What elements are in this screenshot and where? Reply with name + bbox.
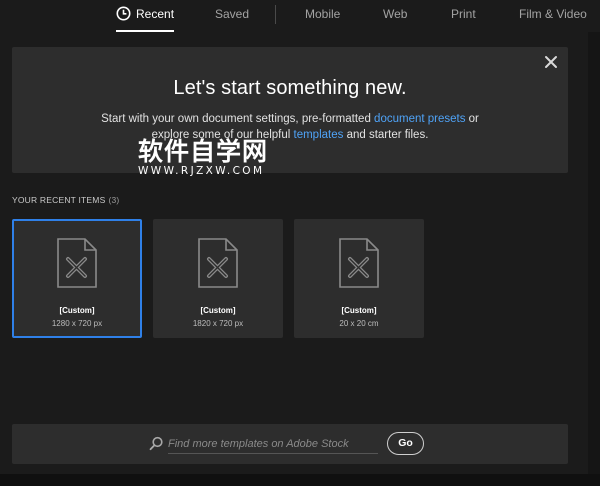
recent-item-card[interactable]: [Custom] 1280 x 720 px bbox=[12, 219, 142, 338]
recent-items-header: YOUR RECENT ITEMS (3) bbox=[12, 195, 119, 205]
tab-label: Film & Video bbox=[519, 7, 587, 21]
bottom-strip bbox=[0, 474, 600, 486]
item-size: 20 x 20 cm bbox=[339, 319, 379, 328]
welcome-title: Let's start something new. bbox=[173, 77, 407, 99]
scroll-edge bbox=[588, 32, 600, 474]
go-button[interactable]: Go bbox=[387, 432, 424, 455]
document-presets-link[interactable]: document presets bbox=[374, 113, 465, 125]
stock-search-panel: Go bbox=[12, 424, 568, 464]
tab-recent[interactable]: Recent bbox=[116, 0, 175, 32]
tab-print[interactable]: Print bbox=[451, 0, 476, 32]
welcome-description: Start with your own document settings, p… bbox=[12, 111, 568, 143]
tab-web[interactable]: Web bbox=[383, 0, 407, 32]
tab-label: Mobile bbox=[305, 7, 341, 21]
document-icon bbox=[57, 238, 97, 288]
document-icon bbox=[198, 238, 238, 288]
tab-mobile[interactable]: Mobile bbox=[305, 0, 340, 32]
description-text: Start with your own document settings, p… bbox=[101, 113, 375, 125]
recent-items-title: YOUR RECENT ITEMS bbox=[12, 195, 106, 205]
watermark: 软件自学网 WWW.RJZXW.COM bbox=[138, 137, 269, 178]
item-size: 1820 x 720 px bbox=[192, 319, 244, 328]
watermark-text: 软件自学网 bbox=[138, 137, 269, 166]
tab-label: Print bbox=[451, 7, 476, 21]
description-text: or bbox=[465, 113, 479, 125]
tab-label: Web bbox=[383, 7, 408, 21]
description-text: and starter files. bbox=[343, 129, 429, 141]
document-icon bbox=[339, 238, 379, 288]
item-size: 1280 x 720 px bbox=[51, 319, 103, 328]
tab-bar: Recent Saved Mobile Web Print Film & Vid… bbox=[0, 0, 600, 32]
templates-link[interactable]: templates bbox=[294, 129, 344, 141]
tab-saved[interactable]: Saved bbox=[215, 0, 249, 32]
clock-icon bbox=[116, 6, 131, 21]
item-name: [Custom] bbox=[59, 306, 95, 315]
search-icon bbox=[149, 436, 163, 451]
welcome-panel: Let's start something new. Start with yo… bbox=[12, 47, 568, 173]
tab-divider bbox=[275, 5, 276, 24]
item-name: [Custom] bbox=[341, 306, 377, 315]
tab-film-video[interactable]: Film & Video bbox=[519, 0, 587, 32]
close-icon[interactable] bbox=[544, 55, 558, 69]
tab-label: Recent bbox=[136, 7, 175, 21]
recent-item-card[interactable]: [Custom] 20 x 20 cm bbox=[294, 219, 424, 338]
watermark-url: WWW.RJZXW.COM bbox=[138, 165, 265, 177]
item-name: [Custom] bbox=[200, 306, 236, 315]
stock-search-input[interactable] bbox=[168, 434, 378, 454]
tab-label: Saved bbox=[215, 7, 250, 21]
recent-item-card[interactable]: [Custom] 1820 x 720 px bbox=[153, 219, 283, 338]
recent-items-count: (3) bbox=[108, 195, 120, 205]
